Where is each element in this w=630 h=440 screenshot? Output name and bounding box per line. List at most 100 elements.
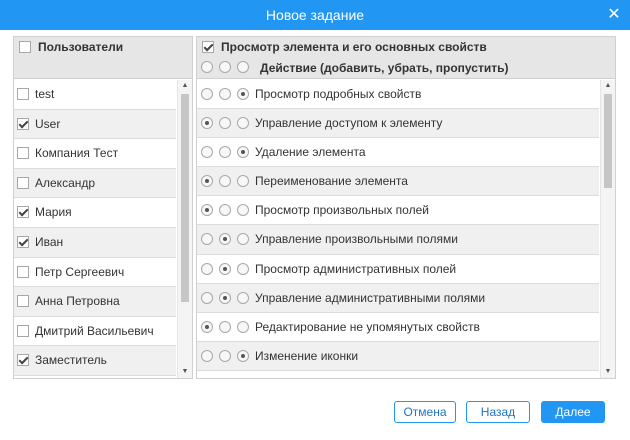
permission-remove-radio[interactable] [219, 88, 231, 100]
permission-row: Просмотр подробных свойств [197, 80, 599, 110]
permission-label: Изменение иконки [255, 348, 359, 363]
permission-add-radio[interactable] [201, 117, 213, 130]
permission-radio-group [201, 175, 249, 188]
permission-row: Переименование элемента [197, 167, 599, 197]
permission-row: Удаление элемента [197, 138, 599, 168]
permission-radio-group [201, 204, 249, 217]
action-skip-radio[interactable] [237, 61, 249, 73]
next-button[interactable]: Далее [541, 401, 605, 423]
permission-add-radio[interactable] [201, 262, 213, 275]
permission-row [197, 371, 599, 378]
cancel-button[interactable]: Отмена [394, 401, 456, 423]
permission-remove-radio[interactable] [219, 146, 231, 159]
user-row[interactable]: Иван [14, 227, 176, 258]
user-row[interactable]: Мария [14, 198, 176, 228]
permission-add-radio[interactable] [201, 146, 213, 159]
permission-remove-radio[interactable] [219, 175, 231, 188]
user-checkbox[interactable] [17, 354, 29, 367]
user-row[interactable]: Дмитрий Васильевич [14, 317, 176, 347]
user-row[interactable]: Заместитель [14, 346, 176, 376]
permission-skip-radio[interactable] [237, 117, 249, 130]
permissions-header-label: Просмотр элемента и его основных свойств [221, 40, 487, 54]
permissions-scroll-thumb[interactable] [604, 94, 612, 188]
permission-remove-radio[interactable] [219, 320, 231, 333]
permission-label: Переименование элемента [255, 174, 408, 189]
user-label: Компания Тест [35, 146, 119, 161]
user-row[interactable]: User [14, 109, 176, 140]
permission-skip-radio[interactable] [237, 175, 249, 188]
permission-skip-radio[interactable] [237, 349, 249, 362]
users-scrollbar[interactable]: ▲ ▼ [177, 80, 192, 378]
scroll-up-icon[interactable]: ▲ [601, 80, 615, 92]
permission-skip-radio[interactable] [237, 88, 249, 100]
user-checkbox[interactable] [17, 295, 29, 308]
permission-label: Управление доступом к элементу [255, 116, 443, 131]
permissions-panel: Просмотр элемента и его основных свойств… [196, 36, 616, 379]
back-button[interactable]: Назад [466, 401, 530, 423]
permission-add-radio[interactable] [201, 349, 213, 362]
user-checkbox[interactable] [17, 265, 29, 278]
permission-skip-radio[interactable] [237, 291, 249, 304]
permissions-scrollbar[interactable]: ▲ ▼ [600, 80, 615, 378]
user-row[interactable]: test [14, 80, 176, 110]
permission-remove-radio[interactable] [219, 204, 231, 217]
permission-label: Просмотр произвольных полей [255, 203, 429, 218]
permission-remove-radio[interactable] [219, 117, 231, 130]
permission-label: Управление произвольными полями [255, 232, 458, 247]
permission-add-radio[interactable] [201, 233, 213, 246]
permission-add-radio[interactable] [201, 291, 213, 304]
permission-remove-radio[interactable] [219, 233, 231, 246]
permission-row: Управление административными полями [197, 283, 599, 313]
permission-skip-radio[interactable] [237, 146, 249, 159]
permission-row: Изменение иконки [197, 341, 599, 371]
users-scroll-thumb[interactable] [181, 94, 189, 302]
user-row[interactable]: Компания Тест [14, 139, 176, 169]
permission-remove-radio[interactable] [219, 349, 231, 362]
permission-remove-radio[interactable] [219, 262, 231, 275]
view-element-checkbox[interactable] [202, 41, 214, 53]
permission-add-radio[interactable] [201, 175, 213, 188]
permission-row: Просмотр произвольных полей [197, 196, 599, 226]
permission-add-radio[interactable] [201, 88, 213, 100]
permission-skip-radio[interactable] [237, 262, 249, 275]
user-checkbox[interactable] [17, 117, 29, 130]
permission-add-radio[interactable] [201, 320, 213, 333]
user-checkbox[interactable] [17, 235, 29, 248]
permission-remove-radio[interactable] [219, 291, 231, 304]
user-label: Дмитрий Васильевич [35, 323, 154, 338]
permission-row: Управление доступом к элементу [197, 109, 599, 139]
permission-radio-group [201, 146, 249, 159]
permission-skip-radio[interactable] [237, 233, 249, 246]
permission-label: Удаление элемента [255, 145, 366, 160]
user-row[interactable]: Петр Сергеевич [14, 258, 176, 288]
permission-label: Просмотр подробных свойств [255, 87, 422, 101]
permission-row: Управление произвольными полями [197, 225, 599, 255]
permission-radio-group [201, 117, 249, 130]
user-row[interactable]: Александр [14, 168, 176, 199]
user-checkbox[interactable] [17, 324, 29, 337]
permission-skip-radio[interactable] [237, 204, 249, 217]
users-list: test User Компания Тест Александр Мария Иван П… [14, 80, 176, 376]
user-label: User [35, 116, 61, 131]
user-row[interactable]: Анна Петровна [14, 287, 176, 317]
user-checkbox[interactable] [17, 176, 29, 189]
action-add-radio[interactable] [201, 61, 213, 73]
scroll-up-icon[interactable]: ▲ [178, 80, 192, 92]
select-all-users-checkbox[interactable] [19, 41, 31, 53]
user-label: Анна Петровна [35, 294, 120, 309]
permission-row: Просмотр административных полей [197, 255, 599, 284]
dialog-titlebar: Новое задание ✕ [0, 0, 630, 30]
close-icon[interactable]: ✕ [604, 5, 624, 25]
user-checkbox[interactable] [17, 206, 29, 219]
permission-radio-group [201, 88, 249, 100]
users-panel: Пользователи test User Компания Тест Алекса… [13, 36, 193, 379]
scroll-down-icon[interactable]: ▼ [178, 366, 192, 378]
user-checkbox[interactable] [17, 88, 29, 100]
scroll-down-icon[interactable]: ▼ [601, 366, 615, 378]
permission-skip-radio[interactable] [237, 320, 249, 333]
user-checkbox[interactable] [17, 147, 29, 160]
permission-radio-group [201, 349, 249, 362]
action-remove-radio[interactable] [219, 61, 231, 73]
permission-add-radio[interactable] [201, 204, 213, 217]
user-label: Петр Сергеевич [35, 264, 125, 279]
